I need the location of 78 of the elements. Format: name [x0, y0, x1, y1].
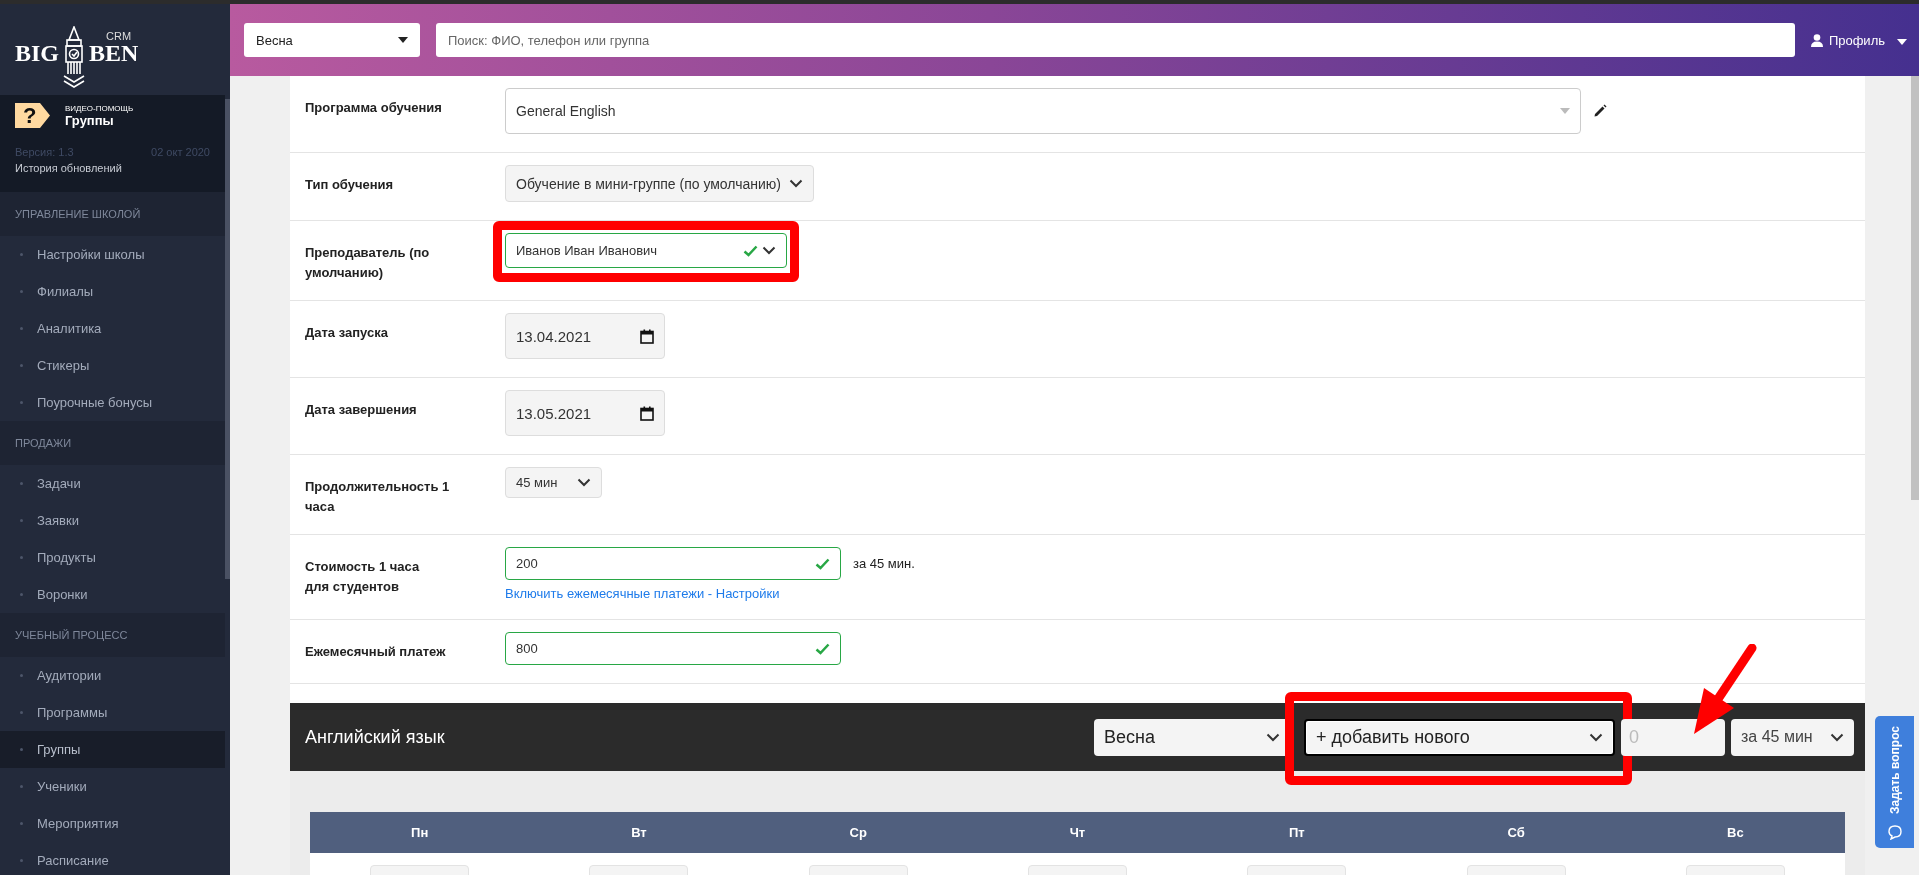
help-caption: ВИДЕО-ПОМОЩЬ	[65, 103, 134, 113]
field-label: Программа обучения	[305, 99, 443, 117]
video-help-icon[interactable]: ?	[15, 103, 51, 128]
program-select[interactable]: General English	[505, 88, 1581, 134]
sidebar-item[interactable]: Настройки школы	[0, 236, 225, 273]
field-label: Стоимость 1 часа для студентов	[305, 558, 421, 596]
logo-text: BIG	[15, 40, 59, 67]
duration-select[interactable]: за 45 мин	[1731, 718, 1854, 756]
search-field[interactable]: Поиск: ФИО, телефон или группа	[436, 23, 1795, 57]
caret-icon	[1589, 732, 1603, 742]
sidebar-item[interactable]: Группы	[0, 731, 225, 768]
version-label: Версия: 1.3	[15, 146, 74, 158]
caret-icon	[1266, 732, 1280, 742]
input-field[interactable]: 200	[505, 547, 841, 580]
day-header: Чт	[1068, 824, 1087, 842]
check-icon	[815, 642, 830, 655]
caret-icon	[762, 246, 776, 255]
day-header: Пт	[1287, 824, 1306, 842]
sidebar-item[interactable]: Задачи	[0, 465, 225, 502]
calendar-icon[interactable]	[640, 328, 654, 344]
profile-menu[interactable]: Профиль	[1810, 32, 1907, 48]
check-icon	[743, 244, 758, 257]
season-dropdown[interactable]: Весна	[244, 23, 420, 57]
sidebar-item[interactable]: Воронки	[0, 576, 225, 613]
field-label: Тип обучения	[305, 176, 395, 194]
section-header: УЧЕБНЫЙ ПРОЦЕСС	[0, 613, 225, 657]
sidebar-item[interactable]: Продукты	[0, 539, 225, 576]
user-icon	[1810, 33, 1823, 47]
field-label: Продолжительность 1 часа	[305, 478, 451, 516]
logo-suffix-text: CRM	[106, 30, 132, 42]
sidebar-item[interactable]: Филиалы	[0, 273, 225, 310]
day-header: Вт	[630, 824, 648, 842]
caret-icon	[577, 478, 591, 487]
caret-icon	[1897, 38, 1907, 45]
scrollbar-thumb[interactable]	[1911, 76, 1919, 500]
select-field[interactable]: Обучение в мини-группе (по умолчанию)	[505, 165, 814, 202]
sidebar-item[interactable]: Ученики	[0, 768, 225, 805]
duration-select[interactable]: 45 мин	[505, 467, 602, 498]
sidebar-item[interactable]: Стикеры	[0, 347, 225, 384]
caret-icon	[1830, 732, 1844, 742]
settings-link[interactable]: Включить ежемесячные платежи - Настройки	[505, 586, 780, 601]
check-icon	[815, 557, 830, 570]
logo-text: BEN	[89, 40, 139, 67]
sidebar-item[interactable]: Аудитории	[0, 657, 225, 694]
caret-icon	[789, 179, 803, 188]
field-label: Ежемесячный платеж	[305, 643, 447, 661]
date-field[interactable]: 13.04.2021	[505, 313, 665, 359]
sidebar-item[interactable]: Расписание	[0, 842, 225, 875]
date-field[interactable]: 13.05.2021	[505, 390, 665, 436]
section-header: УПРАВЛЕНИЕ ШКОЛОЙ	[0, 192, 225, 236]
day-header: Пн	[410, 824, 430, 842]
ask-question-tab[interactable]: Задать вопрос	[1875, 716, 1914, 848]
day-header: Сб	[1506, 824, 1526, 842]
chat-icon	[1886, 824, 1903, 840]
sidebar-item[interactable]: Программы	[0, 694, 225, 731]
day-header: Ср	[848, 824, 868, 842]
select-field[interactable]: Иванов Иван Иванович	[505, 233, 787, 268]
sidebar-item[interactable]: Заявки	[0, 502, 225, 539]
sidebar-item[interactable]: Мероприятия	[0, 805, 225, 842]
field-label: Преподаватель (по умолчанию)	[305, 244, 431, 282]
day-header: Вс	[1726, 824, 1745, 842]
caret-icon	[398, 37, 408, 43]
section-header: ПРОДАЖИ	[0, 421, 225, 465]
field-label: Дата завершения	[305, 401, 418, 419]
section-title: Английский язык	[305, 726, 446, 748]
field-label: Дата запуска	[305, 324, 389, 342]
history-link[interactable]: История обновлений	[15, 162, 122, 174]
tower-icon	[61, 26, 87, 88]
sidebar-item[interactable]: Поурочные бонусы	[0, 384, 225, 421]
teacher-select[interactable]: + добавить нового	[1304, 718, 1615, 756]
scrollbar-thumb[interactable]	[225, 99, 230, 579]
unit-label: за 45 мин.	[853, 556, 915, 571]
help-title: Группы	[65, 112, 114, 128]
input-field[interactable]: 800	[505, 632, 841, 665]
caret-icon	[1560, 108, 1570, 114]
pencil-icon[interactable]	[1593, 104, 1607, 118]
calendar-icon[interactable]	[640, 405, 654, 421]
sidebar-item[interactable]: Аналитика	[0, 310, 225, 347]
